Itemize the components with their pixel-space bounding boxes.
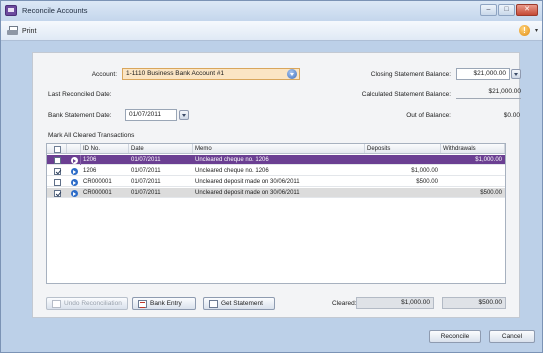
maximize-button[interactable]: □	[498, 4, 515, 16]
bank-entry-label: Bank Entry	[150, 300, 182, 307]
column-header-deposits[interactable]: Deposits	[365, 144, 441, 153]
column-header-withdrawals[interactable]: Withdrawals	[441, 144, 505, 153]
row-memo: Uncleared cheque no. 1206	[195, 157, 269, 163]
bank-statement-date-label: Bank Statement Date:	[48, 112, 112, 119]
row-withdrawals: $500.00	[480, 190, 502, 196]
cleared-deposits-value: $1,000.00	[356, 297, 434, 309]
row-id: 1206	[83, 157, 97, 163]
transaction-arrow-icon[interactable]	[71, 179, 78, 186]
row-icon-cell-border	[67, 155, 81, 165]
get-statement-button[interactable]: Get Statement	[203, 297, 275, 310]
grid-header: ID No. Date Memo Deposits Withdrawals	[47, 144, 505, 154]
column-header-date[interactable]: Date	[129, 144, 193, 153]
row-deposits: $1,000.00	[411, 168, 438, 174]
calculated-balance-label: Calculated Statement Balance:	[361, 91, 451, 98]
reconcile-label: Reconcile	[440, 333, 470, 340]
cleared-withdrawals-value: $500.00	[442, 297, 506, 309]
row-memo: Uncleared deposit made on 30/06/2011	[195, 190, 300, 196]
row-checkbox[interactable]	[54, 179, 61, 186]
row-date: 01/07/2011	[131, 179, 161, 185]
close-button[interactable]: ✕	[516, 4, 538, 16]
row-id: 1206	[83, 168, 97, 174]
out-of-balance-label: Out of Balance:	[406, 112, 451, 119]
window-title: Reconcile Accounts	[22, 6, 88, 15]
bank-statement-date-field[interactable]: 01/07/2011	[125, 109, 177, 121]
row-deposits	[365, 155, 441, 164]
title-bar: Reconcile Accounts – □ ✕	[1, 1, 542, 21]
help-icon[interactable]: !	[519, 25, 530, 36]
undo-reconciliation-button[interactable]: Undo Reconciliation	[46, 297, 128, 310]
cleared-label: Cleared:	[332, 300, 357, 307]
mark-all-checkbox[interactable]	[54, 145, 61, 153]
calendar-dropdown-icon[interactable]	[179, 110, 189, 120]
out-of-balance-value: $0.00	[503, 112, 520, 119]
row-id: CR000001	[83, 190, 112, 196]
print-label: Print	[22, 27, 37, 35]
calculated-balance-value: $21,000.00	[488, 88, 521, 95]
closing-balance-field[interactable]: $21,000.00	[456, 68, 510, 80]
help-menu-caret-icon[interactable]: ▾	[535, 27, 538, 34]
transaction-arrow-icon[interactable]	[71, 190, 78, 197]
closing-balance-dropdown-icon[interactable]	[511, 69, 521, 79]
header-mark-all-cell	[47, 144, 67, 153]
account-label: Account:	[91, 71, 117, 78]
bank-entry-icon	[138, 299, 147, 308]
row-memo: Uncleared cheque no. 1206	[195, 168, 269, 174]
account-dropdown-icon[interactable]	[287, 69, 297, 79]
row-checkbox[interactable]	[54, 190, 61, 197]
window-controls: – □ ✕	[480, 4, 538, 16]
row-withdrawals: $1,000.00	[475, 157, 502, 163]
row-deposits: $500.00	[416, 179, 438, 185]
closing-balance-label: Closing Statement Balance:	[370, 71, 451, 78]
minimize-button[interactable]: –	[480, 4, 497, 16]
reconcile-accounts-window: Reconcile Accounts – □ ✕ Print ! ▾ Accou…	[0, 0, 543, 353]
row-checkbox[interactable]	[54, 168, 61, 175]
calculated-balance-underline	[456, 98, 521, 99]
row-date: 01/07/2011	[131, 168, 161, 174]
row-date: 01/07/2011	[131, 190, 161, 196]
mark-all-cleared-label: Mark All Cleared Transactions	[48, 132, 135, 139]
header-icon-cell	[67, 144, 81, 153]
row-withdrawals	[441, 166, 505, 175]
last-reconciled-label: Last Reconciled Date:	[48, 91, 112, 98]
table-row[interactable]: CR000001 01/07/2011 Uncleared deposit ma…	[47, 177, 505, 187]
transaction-arrow-icon[interactable]	[71, 168, 78, 175]
row-date: 01/07/2011	[131, 157, 161, 163]
table-row[interactable]: 1206 01/07/2011 Uncleared cheque no. 120…	[47, 166, 505, 176]
bank-entry-button[interactable]: Bank Entry	[132, 297, 196, 310]
row-checkbox[interactable]	[54, 157, 61, 164]
account-field[interactable]: 1-1110 Business Bank Account #1	[122, 68, 300, 80]
cancel-button[interactable]: Cancel	[489, 330, 535, 343]
undo-reconciliation-label: Undo Reconciliation	[64, 300, 122, 307]
row-memo: Uncleared deposit made on 30/06/2011	[195, 179, 300, 185]
cancel-label: Cancel	[501, 333, 523, 340]
table-row[interactable]: 1206 01/07/2011 Uncleared cheque no. 120…	[47, 155, 505, 165]
table-row[interactable]: CR000001 01/07/2011 Uncleared deposit ma…	[47, 188, 505, 198]
row-deposits	[365, 188, 441, 197]
row-id: CR000001	[83, 179, 112, 185]
column-header-memo[interactable]: Memo	[193, 144, 365, 153]
reconcile-button[interactable]: Reconcile	[429, 330, 481, 343]
transactions-grid: ID No. Date Memo Deposits Withdrawals 12…	[46, 143, 506, 284]
reconcile-app-icon	[5, 5, 17, 16]
print-button[interactable]: Print	[7, 24, 36, 38]
get-statement-label: Get Statement	[221, 300, 263, 307]
row-withdrawals	[441, 177, 505, 186]
column-header-id[interactable]: ID No.	[81, 144, 129, 153]
statement-icon	[209, 299, 218, 308]
toolbar: Print ! ▾	[1, 21, 542, 41]
printer-icon	[7, 26, 18, 36]
undo-icon	[52, 299, 61, 308]
